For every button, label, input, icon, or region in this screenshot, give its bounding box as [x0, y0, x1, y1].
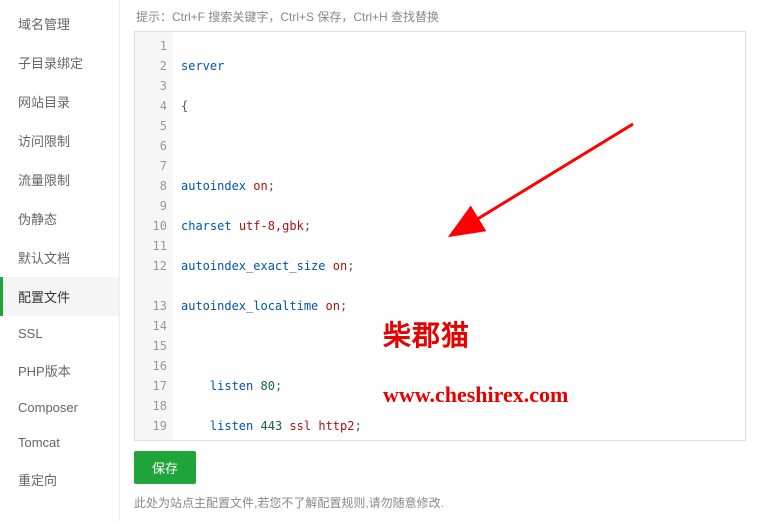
sidebar-item-config[interactable]: 配置文件	[0, 277, 119, 316]
sidebar-item-webdir[interactable]: 网站目录	[0, 82, 119, 121]
code-area[interactable]: server { autoindex on; charset utf-8,gbk…	[173, 32, 745, 440]
sidebar-item-subdir[interactable]: 子目录绑定	[0, 43, 119, 82]
sidebar-item-trafficlimit[interactable]: 流量限制	[0, 160, 119, 199]
line-gutter: 123456789101112131415161718192021	[135, 32, 173, 440]
sidebar-item-accesslimit[interactable]: 访问限制	[0, 121, 119, 160]
sidebar-item-ssl[interactable]: SSL	[0, 316, 119, 351]
footer-note: 此处为站点主配置文件,若您不了解配置规则,请勿随意修改.	[134, 494, 746, 511]
save-button[interactable]: 保存	[134, 451, 196, 484]
sidebar-item-phpver[interactable]: PHP版本	[0, 351, 119, 390]
sidebar: 域名管理 子目录绑定 网站目录 访问限制 流量限制 伪静态 默认文档 配置文件 …	[0, 0, 120, 521]
sidebar-item-composer[interactable]: Composer	[0, 390, 119, 425]
sidebar-item-defaultdoc[interactable]: 默认文档	[0, 238, 119, 277]
code-editor[interactable]: 123456789101112131415161718192021 server…	[134, 31, 746, 441]
sidebar-item-rewrite[interactable]: 伪静态	[0, 199, 119, 238]
sidebar-item-redirect[interactable]: 重定向	[0, 460, 119, 499]
sidebar-item-domain[interactable]: 域名管理	[0, 4, 119, 43]
sidebar-item-tomcat[interactable]: Tomcat	[0, 425, 119, 460]
main-panel: 提示：Ctrl+F 搜索关键字，Ctrl+S 保存，Ctrl+H 查找替换 12…	[120, 0, 760, 521]
editor-hint: 提示：Ctrl+F 搜索关键字，Ctrl+S 保存，Ctrl+H 查找替换	[134, 8, 746, 25]
